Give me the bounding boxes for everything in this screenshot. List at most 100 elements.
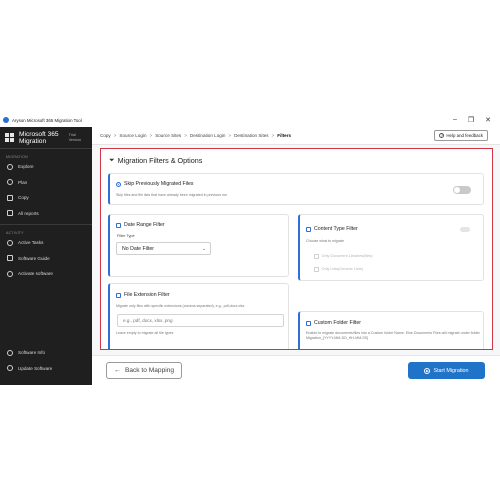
sidebar-item-copy[interactable]: Copy (0, 190, 92, 206)
sidebar-item-activate-software[interactable]: Activate software (0, 266, 92, 282)
file-extension-card: File Extension Filter Migrate only files… (108, 283, 289, 349)
custom-folder-title: Custom Folder Filter (306, 320, 361, 326)
key-icon (7, 270, 13, 277)
compass-icon (7, 163, 13, 170)
sidebar-item-all-reports[interactable]: All reports (0, 206, 92, 222)
option-label: Only Lists(Generic Lists) (321, 267, 363, 272)
skip-migrated-card: Skip Previously Migrated Files Skip file… (108, 173, 484, 205)
sidebar-item-label: Copy (18, 195, 29, 201)
panel-title-text: Migration Filters & Options (117, 156, 203, 165)
breadcrumb-separator: > (184, 133, 187, 138)
custom-folder-card: Custom Folder Filter Enable to migrate d… (298, 311, 484, 349)
info-icon (7, 349, 13, 356)
window-title: Aryson Microsoft 365 Migration Tool (12, 117, 82, 123)
close-button[interactable]: ✕ (485, 116, 491, 124)
sidebar-item-label: All reports (18, 210, 39, 216)
file-extension-input[interactable] (117, 314, 284, 327)
breadcrumb-destination-sites[interactable]: Destination Sites (234, 133, 268, 138)
breadcrumb-separator: > (149, 133, 153, 138)
help-feedback-button[interactable]: ? Help and feedback (434, 130, 488, 141)
reports-icon (7, 210, 13, 217)
option-lists[interactable]: Only Lists(Generic Lists) (314, 267, 363, 272)
brand: Microsoft 365 Migration Trial Version (0, 127, 92, 149)
breadcrumb-separator: > (271, 133, 275, 138)
title-bar: Aryson Microsoft 365 Migration Tool – ❐ … (0, 113, 500, 127)
breadcrumb-separator: > (228, 133, 232, 138)
sidebar-item-active-tasks[interactable]: Active Tasks (0, 235, 92, 251)
maximize-button[interactable]: ❐ (468, 116, 474, 124)
breadcrumb-copy[interactable]: Copy (100, 133, 111, 138)
content-type-title: Content Type Filter (306, 226, 358, 232)
trial-badge: Trial Version (69, 133, 82, 142)
guide-icon (7, 255, 13, 262)
breadcrumb-source-login[interactable]: Source Login (119, 133, 146, 138)
breadcrumb-filters: Filters (277, 133, 292, 138)
option-document-libraries[interactable]: Only Document Libraries(files) (314, 254, 373, 259)
skip-title-text: Skip Previously Migrated Files (124, 181, 194, 187)
main-content: Copy > Source Login > Source Sites > Des… (92, 127, 500, 385)
sidebar-item-explore[interactable]: Explore (0, 159, 92, 175)
sidebar-item-label: Update Software (18, 365, 53, 371)
help-icon: ? (439, 133, 445, 138)
sidebar: Microsoft 365 Migration Trial Version MI… (0, 127, 92, 385)
sidebar-item-update-software[interactable]: Update Software (0, 361, 92, 377)
sidebar-item-label: Activate software (18, 271, 53, 277)
panel-title: ⏷ Migration Filters & Options (109, 156, 202, 165)
file-icon (116, 292, 121, 298)
chevron-down-icon: ⌄ (202, 245, 206, 251)
sidebar-item-plan[interactable]: Plan (0, 175, 92, 191)
file-extension-hint: Leave empty to migrate all file types (116, 331, 174, 335)
start-button-label: Start Migration (433, 367, 469, 374)
breadcrumb-source-sites[interactable]: Source Sites (155, 133, 181, 138)
tasks-icon (7, 239, 13, 246)
breadcrumb-separator: > (113, 133, 117, 138)
content-type-desc: Choose what to migrate (306, 239, 344, 243)
custom-folder-desc: Enable to migrate documents/files into a… (306, 331, 480, 340)
date-range-card: Date Range Filter Filter Type No Date Fi… (108, 214, 289, 277)
file-extension-desc: Migrate only files with specific extensi… (116, 304, 245, 308)
start-migration-button[interactable]: ▶ Start Migration (408, 362, 485, 379)
trial-line-2: Version (68, 137, 82, 142)
sidebar-item-software-guide[interactable]: Software Guide (0, 251, 92, 267)
folder-icon (306, 320, 311, 326)
filter-type-label: Filter Type (117, 234, 135, 238)
date-range-title-text: Date Range Filter (124, 222, 165, 228)
content-type-toggle[interactable] (460, 227, 470, 232)
sidebar-item-label: Explore (18, 164, 34, 170)
arrow-left-icon: ← (113, 367, 121, 374)
date-filter-selected: No Date Filter (122, 245, 154, 252)
date-filter-select[interactable]: No Date Filter ⌄ (116, 242, 211, 255)
brand-name: Microsoft 365 Migration (19, 131, 59, 145)
filter-funnel-icon: ⏷ (109, 156, 115, 164)
play-icon: ▶ (424, 367, 431, 374)
skip-migrated-toggle[interactable] (453, 186, 471, 194)
breadcrumb-destination-login[interactable]: Destination Login (190, 133, 226, 138)
copy-icon (7, 194, 13, 201)
sidebar-divider (0, 224, 92, 225)
app-window: Aryson Microsoft 365 Migration Tool – ❐ … (0, 113, 500, 385)
filters-panel: ⏷ Migration Filters & Options Skip Previ… (100, 148, 493, 350)
content-type-title-text: Content Type Filter (314, 226, 358, 232)
sidebar-bottom: Software Info Update Software (0, 345, 92, 376)
help-feedback-label: Help and feedback (446, 133, 483, 138)
back-to-mapping-button[interactable]: ← Back to Mapping (106, 362, 182, 379)
option-label: Only Document Libraries(files) (321, 254, 373, 259)
skip-migrated-desc: Skip files and file lists that have alre… (116, 193, 228, 197)
plan-icon (7, 179, 13, 186)
footer-bar: ← Back to Mapping ▶ Start Migration (92, 355, 500, 385)
app-logo-icon (3, 117, 9, 123)
sidebar-item-software-info[interactable]: Software Info (0, 345, 92, 361)
skip-radio-icon (116, 181, 121, 187)
checkbox-icon (314, 267, 319, 272)
back-button-label: Back to Mapping (124, 367, 175, 374)
calendar-icon (116, 222, 121, 228)
microsoft-logo-icon (5, 133, 14, 142)
date-range-title: Date Range Filter (116, 222, 165, 228)
content-type-icon (306, 226, 311, 232)
checkbox-icon (314, 254, 319, 259)
sidebar-item-label: Plan (18, 179, 28, 185)
skip-migrated-title: Skip Previously Migrated Files (116, 181, 193, 187)
breadcrumb: Copy > Source Login > Source Sites > Des… (92, 127, 500, 145)
refresh-icon (7, 365, 13, 372)
minimize-button[interactable]: – (453, 116, 457, 124)
